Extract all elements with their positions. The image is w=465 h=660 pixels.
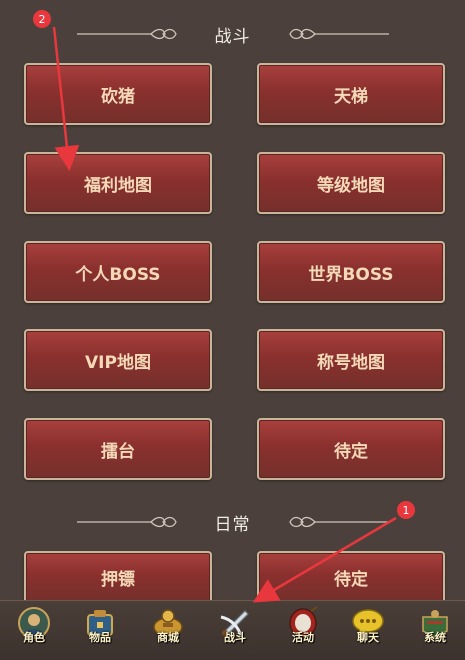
nav-character[interactable]: 角色 [12, 605, 56, 653]
btn-arena[interactable]: 擂台 [24, 418, 212, 480]
battle-menu-panel: 战斗 砍猪 天梯 福利地图 等级地图 个人BOSS 世界BOSS VIP地图 称… [0, 0, 465, 601]
nav-label: 物品 [89, 631, 111, 644]
left-ornament-icon [76, 28, 177, 40]
btn-personal-boss[interactable]: 个人BOSS [24, 241, 212, 303]
btn-level-map[interactable]: 等级地图 [257, 152, 445, 214]
nav-battle[interactable]: 战斗 [213, 605, 257, 653]
btn-escort[interactable]: 押镖 [24, 551, 212, 601]
section-header-battle: 战斗 [0, 19, 465, 49]
left-ornament-icon [76, 516, 177, 528]
btn-ladder[interactable]: 天梯 [257, 63, 445, 125]
section-title: 日常 [214, 514, 251, 535]
btn-vip-map[interactable]: VIP地图 [24, 329, 212, 391]
nav-chat[interactable]: 聊天 [346, 605, 390, 653]
btn-kanzhu[interactable]: 砍猪 [24, 63, 212, 125]
nav-events[interactable]: 活动 [281, 605, 325, 653]
nav-label: 活动 [292, 631, 314, 644]
nav-system[interactable]: 系统 [413, 605, 457, 653]
nav-shop[interactable]: 商城 [146, 605, 190, 653]
annotation-marker-1: 1 [397, 501, 415, 519]
btn-title-map[interactable]: 称号地图 [257, 329, 445, 391]
right-ornament-icon [288, 28, 389, 40]
nav-label: 战斗 [224, 631, 246, 644]
btn-pending[interactable]: 待定 [257, 418, 445, 480]
section-header-daily: 日常 [0, 507, 465, 537]
right-ornament-icon [288, 516, 389, 528]
nav-inventory[interactable]: 物品 [78, 605, 122, 653]
annotation-marker-2: 2 [33, 10, 51, 28]
section-title: 战斗 [214, 26, 251, 47]
nav-label: 聊天 [357, 631, 379, 644]
btn-daily-pending[interactable]: 待定 [257, 551, 445, 601]
nav-label: 商城 [157, 631, 179, 644]
nav-label: 角色 [23, 631, 45, 644]
nav-label: 系统 [424, 631, 446, 644]
btn-world-boss[interactable]: 世界BOSS [257, 241, 445, 303]
bottom-nav-bar: 角色 物品 商城 战斗 活动 聊天 系统 [0, 600, 465, 660]
btn-welfare-map[interactable]: 福利地图 [24, 152, 212, 214]
